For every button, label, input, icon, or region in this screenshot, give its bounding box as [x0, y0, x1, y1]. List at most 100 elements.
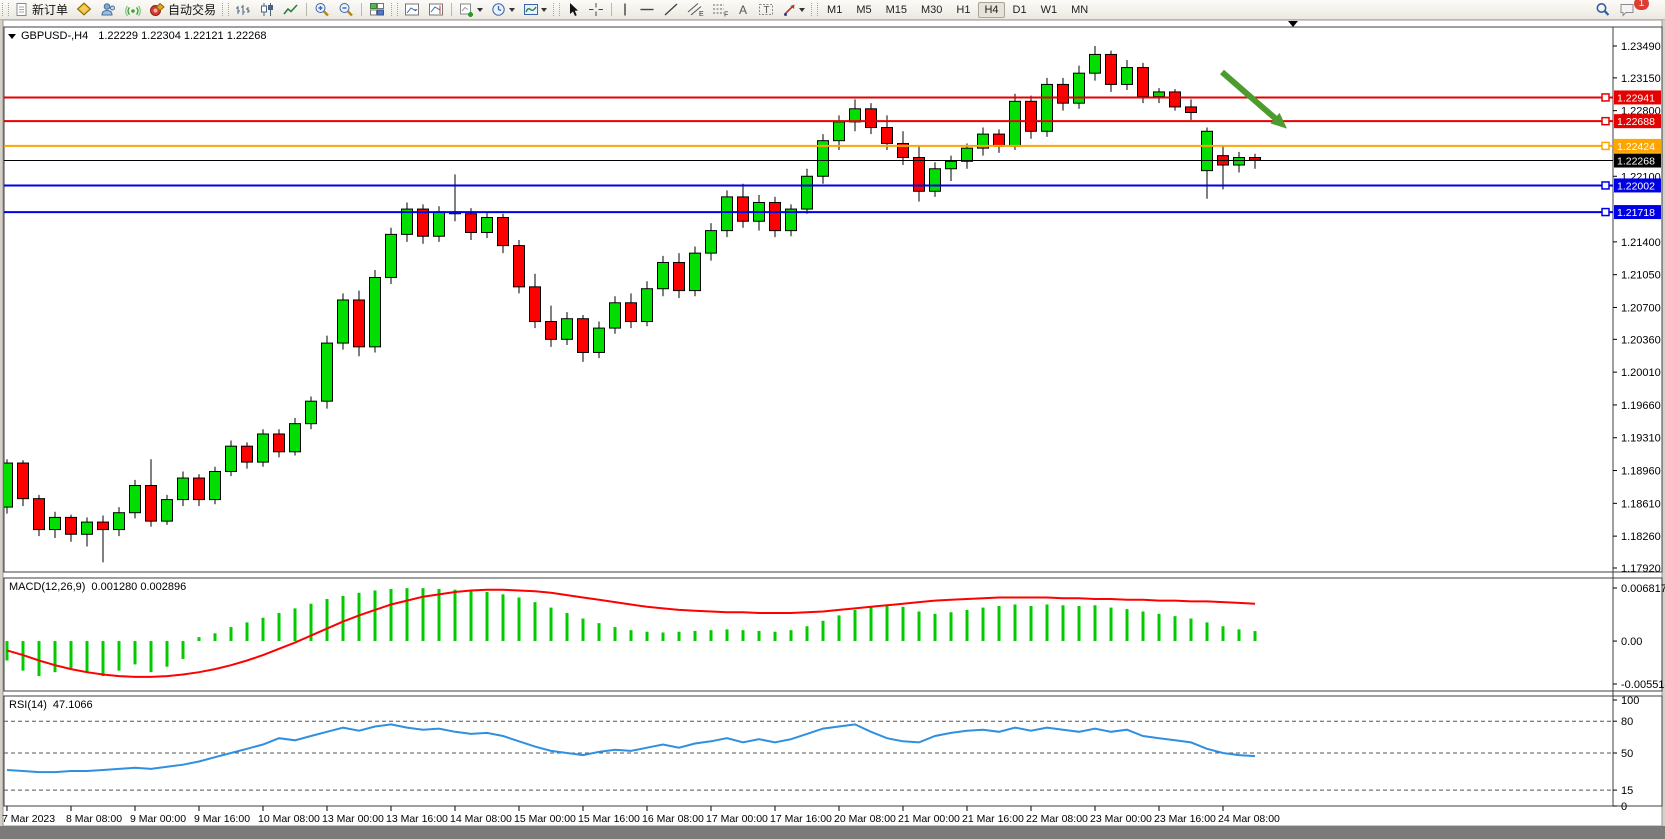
candle-up[interactable]	[1234, 158, 1245, 165]
candle-down[interactable]	[34, 499, 45, 530]
autotrading-button[interactable]: 自动交易	[146, 1, 219, 18]
candle-up[interactable]	[1010, 101, 1021, 146]
candlestick-chart-button[interactable]	[256, 1, 278, 18]
candle-down[interactable]	[866, 109, 877, 128]
candle-down[interactable]	[18, 463, 29, 499]
candle-down[interactable]	[1138, 68, 1149, 97]
candle-up[interactable]	[610, 303, 621, 328]
candle-down[interactable]	[1250, 158, 1261, 161]
notification-badge[interactable]: 1	[1634, 0, 1649, 10]
candle-down[interactable]	[146, 486, 157, 522]
arrows-button[interactable]	[779, 1, 808, 18]
trend-line-button[interactable]	[660, 1, 682, 18]
search-button[interactable]	[1592, 1, 1614, 18]
candle-up[interactable]	[178, 478, 189, 500]
tile-windows-button[interactable]	[366, 1, 388, 18]
zoom-out-button[interactable]	[335, 1, 357, 18]
candle-down[interactable]	[194, 478, 205, 500]
candle-up[interactable]	[82, 522, 93, 534]
candle-up[interactable]	[642, 289, 653, 322]
candle-up[interactable]	[834, 122, 845, 141]
candle-down[interactable]	[514, 246, 525, 287]
arrange-cascade-button[interactable]	[425, 1, 447, 18]
price-tag[interactable]: 1.22688	[1614, 114, 1661, 128]
candle-up[interactable]	[210, 471, 221, 499]
arrange-vertical-button[interactable]	[401, 1, 423, 18]
candle-up[interactable]	[322, 343, 333, 401]
price-tag[interactable]: 1.22424	[1614, 139, 1661, 153]
candle-down[interactable]	[882, 128, 893, 144]
tab-timeframe-h1[interactable]: H1	[950, 2, 976, 18]
periods-button[interactable]	[488, 1, 518, 18]
candle-up[interactable]	[130, 486, 141, 513]
candle-down[interactable]	[498, 218, 509, 246]
tab-timeframe-d1[interactable]: D1	[1007, 2, 1033, 18]
candle-down[interactable]	[738, 197, 749, 221]
vertical-line-button[interactable]	[616, 1, 634, 18]
candle-up[interactable]	[562, 319, 573, 340]
candle-up[interactable]	[50, 517, 61, 529]
cursor-button[interactable]	[563, 1, 583, 18]
chart-title[interactable]: GBPUSD-,H4 1.22229 1.22304 1.22121 1.222…	[8, 30, 266, 42]
funnel-button[interactable]	[73, 1, 95, 18]
candle-up[interactable]	[946, 161, 957, 168]
candle-up[interactable]	[370, 277, 381, 346]
candle-down[interactable]	[578, 319, 589, 353]
zoom-in-button[interactable]	[311, 1, 333, 18]
candle-down[interactable]	[1186, 107, 1197, 113]
tab-timeframe-w1[interactable]: W1	[1035, 2, 1064, 18]
candle-up[interactable]	[290, 424, 301, 452]
line-handle[interactable]	[1602, 182, 1609, 189]
candle-down[interactable]	[466, 214, 477, 233]
candle-up[interactable]	[162, 500, 173, 522]
candle-up[interactable]	[1042, 84, 1053, 131]
candle-up[interactable]	[1154, 92, 1165, 97]
tab-timeframe-m15[interactable]: M15	[880, 2, 913, 18]
candle-down[interactable]	[1058, 84, 1069, 103]
candle-down[interactable]	[1106, 54, 1117, 84]
price-tag[interactable]: 1.22268	[1614, 154, 1661, 168]
tab-timeframe-mn[interactable]: MN	[1065, 2, 1094, 18]
line-handle[interactable]	[1602, 118, 1609, 125]
candle-down[interactable]	[66, 517, 77, 534]
candle-up[interactable]	[226, 446, 237, 471]
candle-down[interactable]	[1170, 92, 1181, 107]
price-tag[interactable]: 1.21718	[1614, 205, 1661, 219]
candle-down[interactable]	[530, 287, 541, 322]
signal-button[interactable]	[122, 1, 144, 18]
candle-down[interactable]	[274, 434, 285, 452]
indicators-button[interactable]	[456, 1, 486, 18]
candle-up[interactable]	[690, 253, 701, 290]
candle-up[interactable]	[1090, 54, 1101, 73]
candle-up[interactable]	[962, 148, 973, 161]
candle-down[interactable]	[354, 300, 365, 347]
candle-down[interactable]	[1026, 101, 1037, 131]
candle-up[interactable]	[1202, 131, 1213, 170]
collapse-triangle-icon[interactable]	[8, 34, 16, 39]
tab-timeframe-m1[interactable]: M1	[821, 2, 848, 18]
candle-up[interactable]	[850, 109, 861, 122]
candle-up[interactable]	[594, 328, 605, 352]
text-button[interactable]: A	[734, 1, 753, 18]
candle-up[interactable]	[338, 300, 349, 343]
price-tag[interactable]: 1.22941	[1614, 90, 1661, 104]
chat-button[interactable]: 1	[1616, 1, 1639, 18]
line-handle[interactable]	[1602, 209, 1609, 216]
candle-up[interactable]	[434, 212, 445, 236]
candle-up[interactable]	[482, 218, 493, 233]
candle-up[interactable]	[1074, 73, 1085, 103]
candle-up[interactable]	[722, 197, 733, 231]
candle-down[interactable]	[98, 522, 109, 529]
candle-up[interactable]	[930, 169, 941, 191]
bar-chart-button[interactable]	[232, 1, 254, 18]
candle-up[interactable]	[706, 231, 717, 253]
candle-up[interactable]	[258, 434, 269, 462]
equidistant-channel-button[interactable]: E	[684, 1, 707, 18]
line-chart-button[interactable]	[280, 1, 302, 18]
candle-up[interactable]	[114, 513, 125, 530]
candle-up[interactable]	[1122, 68, 1133, 85]
candle-down[interactable]	[418, 209, 429, 236]
chart-canvas[interactable]: 1.234901.231501.228001.221001.214001.210…	[0, 0, 1665, 839]
text-label-button[interactable]: T	[755, 1, 777, 18]
candle-down[interactable]	[546, 322, 557, 340]
